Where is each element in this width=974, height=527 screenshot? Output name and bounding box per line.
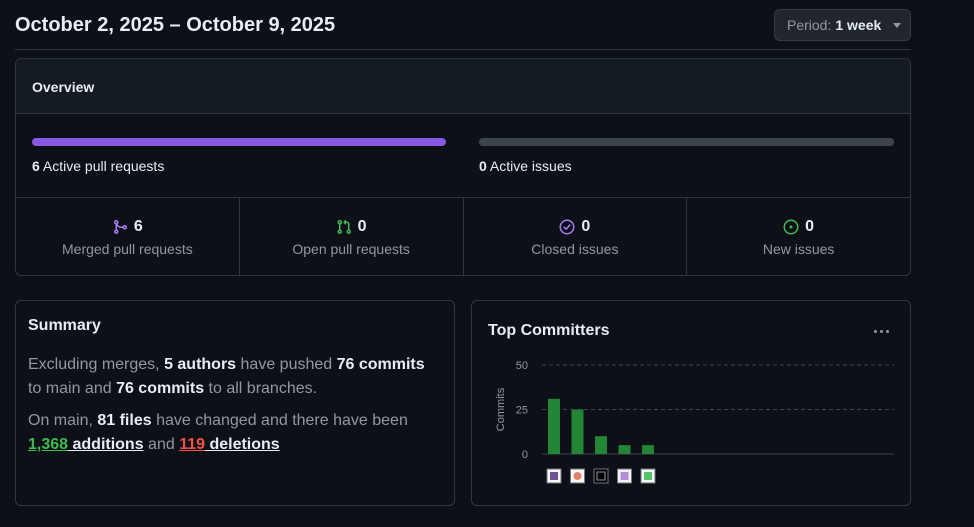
active-issues-text[interactable]: 0 Active issues	[479, 158, 572, 174]
y-tick-label: 25	[516, 405, 528, 417]
top-committers-panel: Top Committers 0 25 50 Commits	[471, 300, 911, 506]
stat-label: Open pull requests	[292, 241, 410, 257]
caret-down-icon	[893, 23, 901, 28]
active-issues-count: 0	[479, 158, 487, 174]
deletions-link[interactable]: 119	[179, 436, 205, 453]
stat-count: 0	[805, 218, 815, 235]
overview-stats: 6 Merged pull requests 0 Open pull reque…	[16, 198, 910, 275]
commit-bar[interactable]	[642, 445, 654, 454]
summary-changes-text: On main, 81 files have changed and there…	[28, 409, 442, 457]
top-committers-title: Top Committers	[488, 322, 610, 339]
summary-text: On main,	[28, 412, 98, 429]
y-tick-label: 50	[516, 360, 528, 372]
committer-avatar-3[interactable]	[593, 468, 609, 484]
committer-avatar-1[interactable]	[546, 468, 562, 484]
commit-bar[interactable]	[595, 436, 607, 454]
stat-label: New issues	[762, 241, 835, 257]
additions-word-link[interactable]: additions	[68, 436, 143, 453]
active-issues-label: Active issues	[489, 158, 572, 174]
commit-bar[interactable]	[571, 409, 584, 455]
git-merge-icon	[112, 219, 128, 235]
active-prs-text[interactable]: 6 Active pull requests	[32, 158, 164, 174]
page-header: October 2, 2025 – October 9, 2025 Period…	[15, 0, 911, 50]
period-dropdown-button[interactable]: Period: 1 week	[774, 9, 911, 41]
period-label: Period:	[787, 17, 832, 33]
stat-label: Closed issues	[531, 241, 619, 257]
summary-text: to main and	[28, 380, 117, 397]
stat-label: Merged pull requests	[62, 241, 193, 257]
active-prs-label: Active pull requests	[42, 158, 165, 174]
summary-panel: Summary Excluding merges, 5 authors have…	[15, 300, 455, 506]
stat-count: 6	[133, 218, 143, 235]
summary-text: to all branches.	[204, 380, 318, 397]
overview-bars: 6 Active pull requests 0 Active issues	[16, 114, 910, 198]
committer-avatar-5[interactable]	[640, 468, 656, 484]
additions-link[interactable]: 1,368	[28, 436, 68, 453]
page-title: October 2, 2025 – October 9, 2025	[15, 14, 336, 36]
summary-text: have changed and there have been	[151, 412, 408, 429]
overview-panel: Overview 6 Active pull requests 0 Active…	[15, 58, 911, 276]
commits-all-count: 76 commits	[116, 380, 205, 397]
authors-count: 5 authors	[164, 356, 237, 373]
files-count: 81 files	[97, 412, 152, 429]
stat-open-prs[interactable]: 0 Open pull requests	[240, 198, 464, 275]
issue-opened-icon	[783, 219, 799, 235]
committer-avatar-4[interactable]	[617, 468, 632, 484]
active-prs-count: 6	[32, 158, 40, 174]
commit-bar[interactable]	[618, 445, 631, 454]
committer-avatar-2[interactable]	[570, 468, 585, 484]
summary-text: have pushed	[236, 356, 337, 373]
summary-commits-text: Excluding merges, 5 authors have pushed …	[28, 353, 442, 401]
stat-merged-prs[interactable]: 6 Merged pull requests	[16, 198, 240, 275]
stat-new-issues[interactable]: 0 New issues	[687, 198, 910, 275]
issue-closed-icon	[559, 219, 575, 235]
stat-closed-issues[interactable]: 0 Closed issues	[464, 198, 688, 275]
stat-count: 0	[581, 218, 591, 235]
deletions-word-link[interactable]: deletions	[205, 436, 279, 453]
summary-text: and	[143, 436, 180, 453]
overview-header: Overview	[16, 59, 910, 114]
commits-main-count: 76 commits	[336, 356, 425, 373]
summary-text: Excluding merges,	[28, 356, 165, 373]
active-prs-bar[interactable]	[32, 138, 446, 146]
commit-bar[interactable]	[548, 398, 560, 454]
y-axis-label: Commits	[495, 387, 507, 431]
summary-title: Summary	[28, 317, 101, 334]
overview-title: Overview	[32, 79, 95, 95]
git-pull-request-icon	[336, 219, 352, 235]
y-tick-label: 0	[522, 449, 528, 461]
stat-count: 0	[357, 218, 367, 235]
more-options-icon[interactable]	[870, 323, 892, 339]
active-issues-bar[interactable]	[479, 138, 894, 146]
committers-chart: 0 25 50 Commits	[495, 360, 894, 484]
period-value: 1 week	[835, 17, 882, 33]
